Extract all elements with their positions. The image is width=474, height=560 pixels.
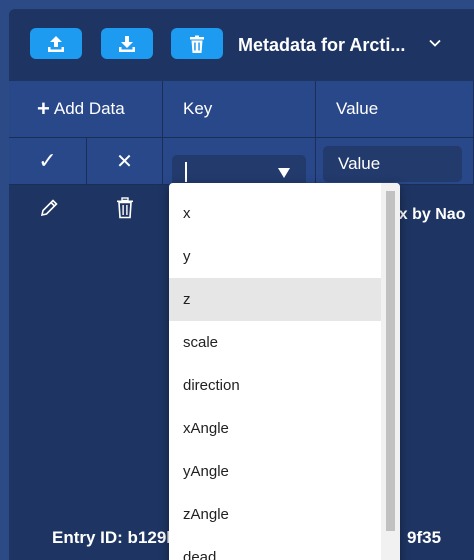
- download-icon: [119, 35, 135, 52]
- upload-button[interactable]: [30, 28, 82, 59]
- key-option-scale[interactable]: scale: [169, 321, 381, 364]
- table-header-row: + Add Data Key Value: [9, 81, 474, 138]
- key-option-yangle[interactable]: yAngle: [169, 450, 381, 493]
- confirm-button[interactable]: ✓: [9, 138, 87, 185]
- text-cursor: [185, 162, 187, 182]
- chevron-down-icon[interactable]: [427, 35, 443, 51]
- key-option-z[interactable]: z: [169, 278, 381, 321]
- cancel-button[interactable]: ✕: [87, 138, 163, 185]
- key-options-list: x y z scale direction xAngle yAngle zAng…: [169, 192, 381, 560]
- dropdown-arrow-icon: [278, 168, 290, 178]
- add-data-label: Add Data: [53, 99, 125, 118]
- key-option-direction[interactable]: direction: [169, 364, 381, 407]
- key-option-xangle[interactable]: xAngle: [169, 407, 381, 450]
- upload-icon: [48, 35, 64, 52]
- value-column-header: Value: [316, 81, 474, 138]
- key-option-y[interactable]: y: [169, 235, 381, 278]
- pencil-icon[interactable]: [38, 197, 60, 219]
- download-button[interactable]: [101, 28, 153, 59]
- entry-value-text: ox by Nao: [389, 206, 466, 223]
- entry-id-label: Entry ID: b129bt: [52, 528, 183, 547]
- add-data-button[interactable]: + Add Data: [9, 81, 163, 138]
- delete-button[interactable]: [171, 28, 223, 59]
- trash-icon[interactable]: [115, 197, 135, 219]
- dropdown-scrollbar[interactable]: [381, 183, 400, 560]
- key-option-partial[interactable]: dead...: [169, 536, 381, 560]
- key-column-header: Key: [163, 81, 316, 138]
- trash-icon: [190, 35, 204, 53]
- value-input[interactable]: Value: [323, 146, 462, 182]
- panel-toolbar: Metadata for Arcti...: [9, 9, 474, 81]
- key-header-label: Key: [183, 99, 213, 118]
- check-icon: ✓: [38, 148, 57, 173]
- key-dropdown-menu: x y z scale direction xAngle yAngle zAng…: [169, 183, 400, 560]
- key-option-x[interactable]: x: [169, 192, 381, 235]
- key-option-zangle[interactable]: zAngle: [169, 493, 381, 536]
- scrollbar-thumb[interactable]: [386, 191, 395, 531]
- plus-icon: +: [37, 96, 50, 121]
- entry-id-tail: 9f35: [407, 528, 442, 547]
- value-header-label: Value: [336, 99, 379, 118]
- close-icon: ✕: [116, 150, 133, 173]
- panel-title: Metadata for Arcti...: [238, 35, 406, 55]
